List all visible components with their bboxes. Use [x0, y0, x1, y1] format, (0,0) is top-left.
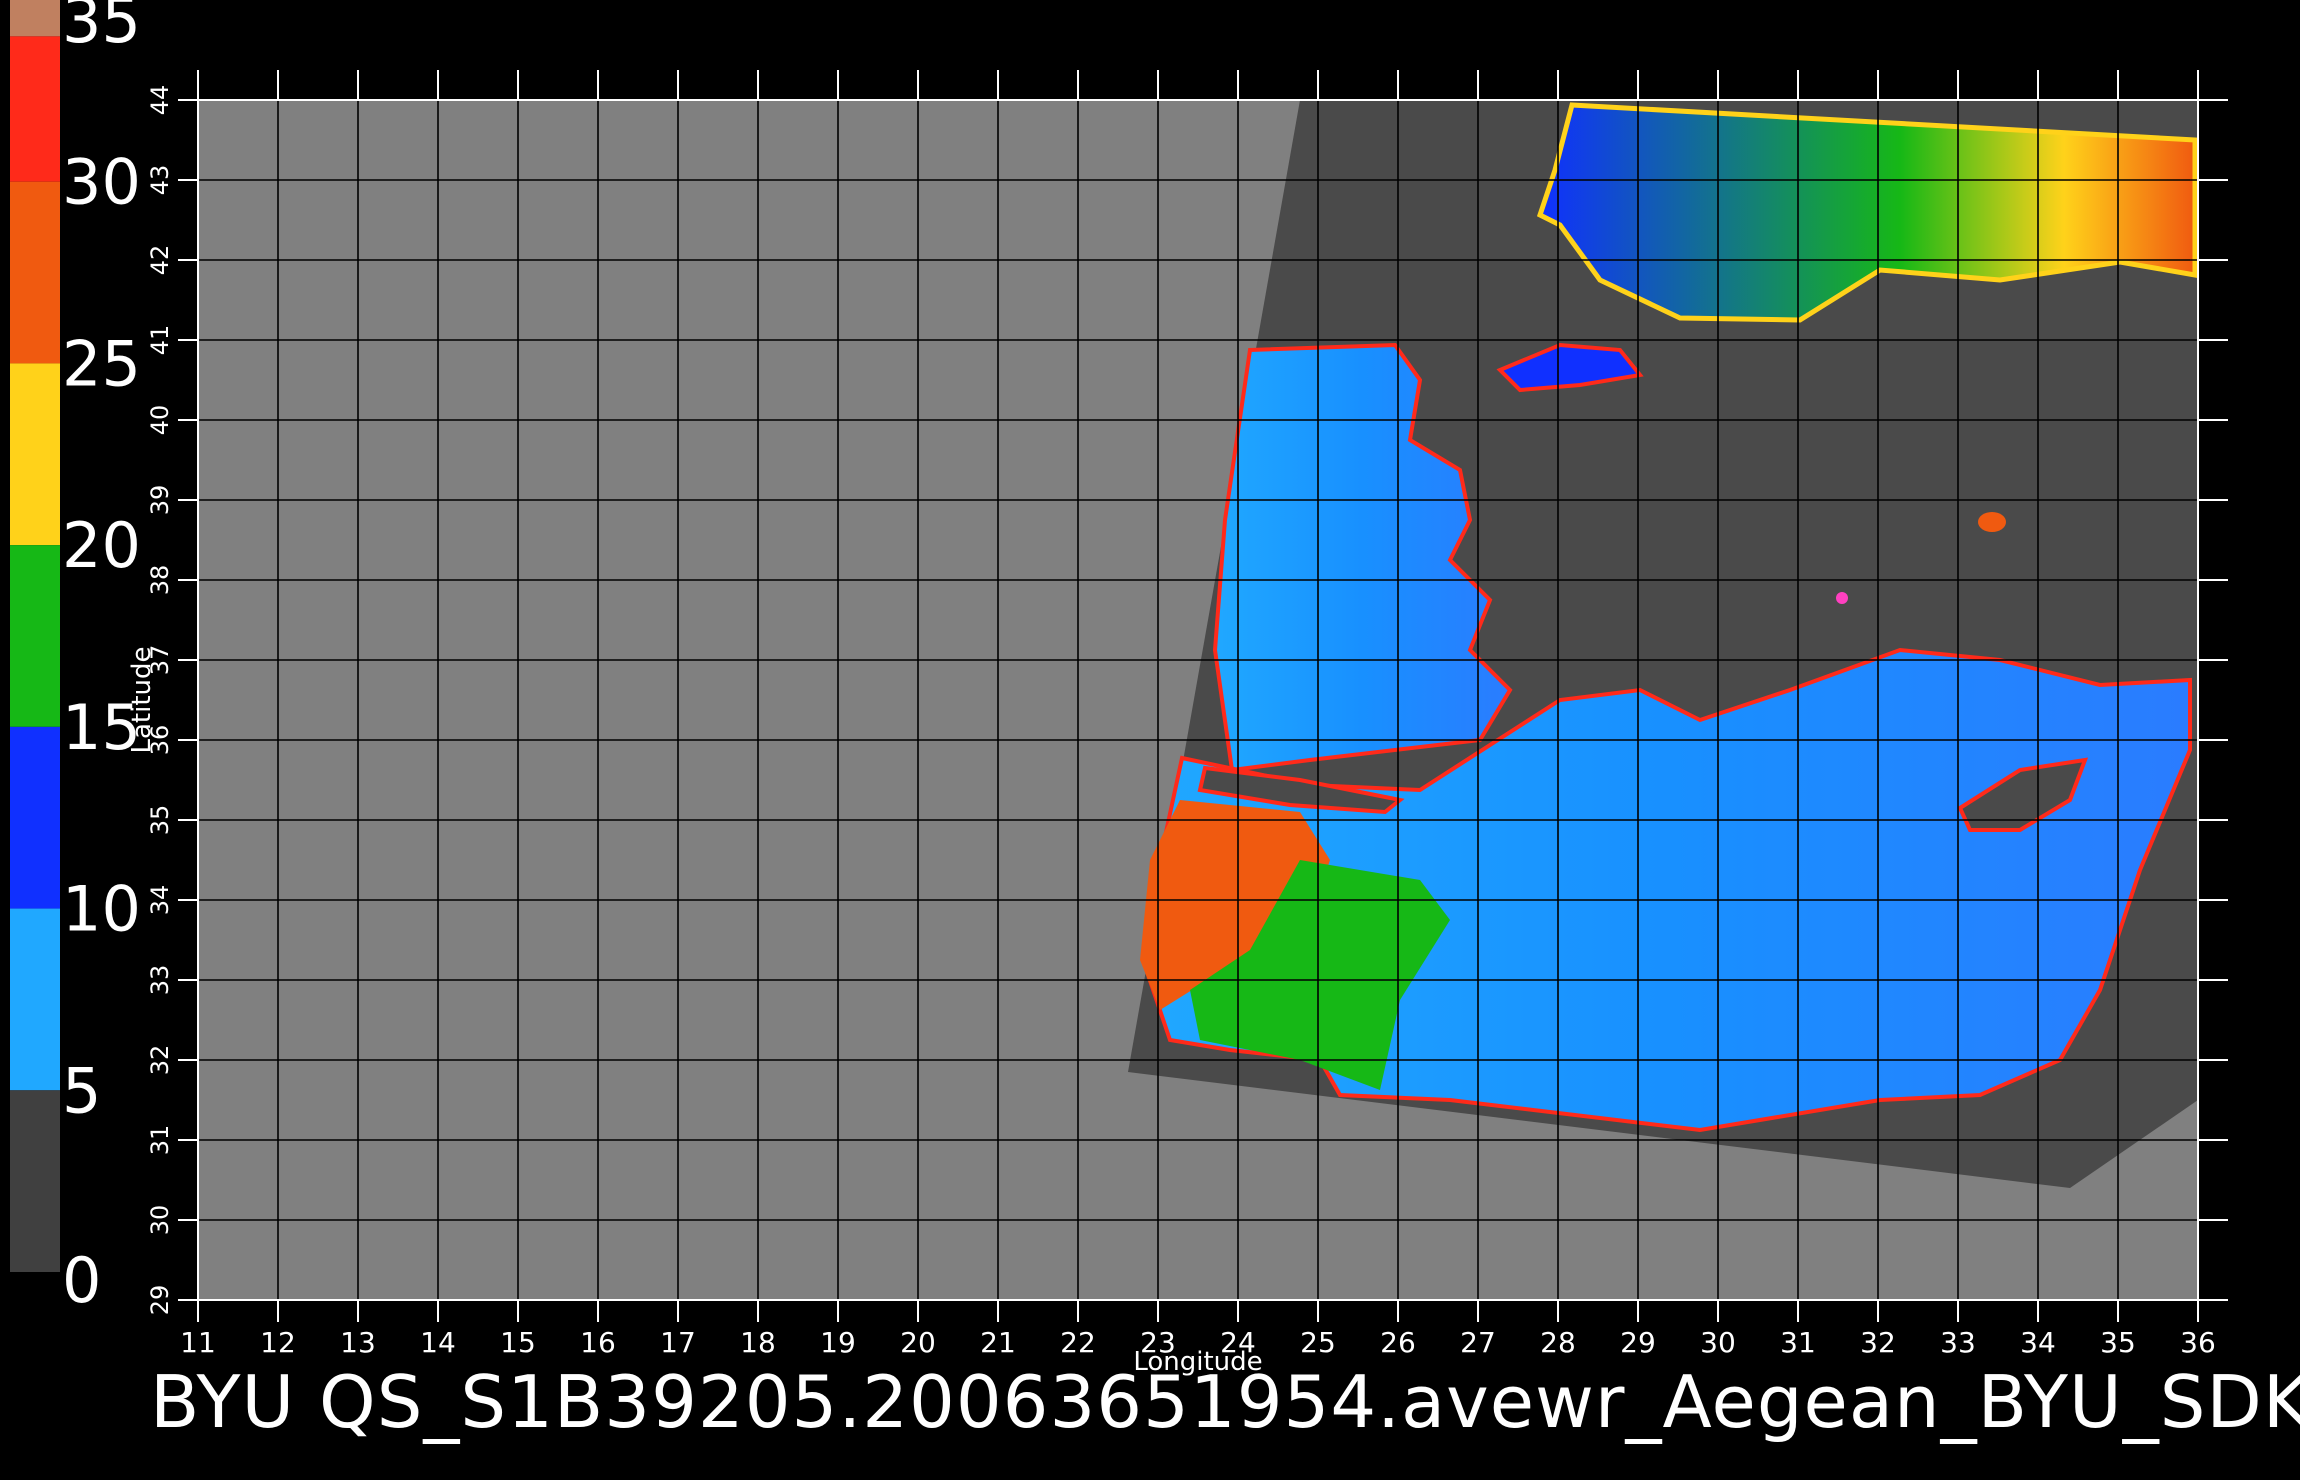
- latitude-tick-label: 43: [146, 165, 174, 196]
- colorbar-tick-label: 0: [62, 1244, 101, 1317]
- latitude-tick-label: 42: [146, 245, 174, 276]
- colorbar-tick-label: 30: [62, 146, 141, 219]
- latitude-tick-label: 39: [146, 485, 174, 516]
- longitude-tick-label: 16: [580, 1326, 616, 1359]
- latitude-tick-label: 29: [146, 1285, 174, 1316]
- longitude-tick-label: 14: [420, 1326, 456, 1359]
- longitude-tick-label: 13: [340, 1326, 376, 1359]
- colorbar-segment: [10, 0, 60, 37]
- longitude-tick-label: 22: [1060, 1326, 1096, 1359]
- longitude-tick-label: 35: [2100, 1326, 2136, 1359]
- colorbar-tick-label: 10: [62, 873, 141, 946]
- colorbar-tick-label: 25: [62, 327, 141, 400]
- colorbar-tick-label: 20: [62, 509, 141, 582]
- longitude-tick-label: 11: [180, 1326, 216, 1359]
- longitude-tick-label: 31: [1780, 1326, 1816, 1359]
- latitude-tick-label: 32: [146, 1045, 174, 1076]
- latitude-tick-label: 35: [146, 805, 174, 836]
- longitude-tick-label: 19: [820, 1326, 856, 1359]
- longitude-tick-label: 25: [1300, 1326, 1336, 1359]
- longitude-tick-label: 20: [900, 1326, 936, 1359]
- colorbar-segment: [10, 545, 60, 727]
- colorbar-segment: [10, 363, 60, 546]
- longitude-tick-label: 32: [1860, 1326, 1896, 1359]
- longitude-tick-label: 33: [1940, 1326, 1976, 1359]
- y-axis-label: Latitude: [127, 646, 157, 753]
- longitude-tick-label: 17: [660, 1326, 696, 1359]
- colorbar-segment: [10, 181, 60, 364]
- lake-patch: [1836, 592, 1848, 604]
- longitude-tick-label: 27: [1460, 1326, 1496, 1359]
- latitude-tick-label: 30: [146, 1205, 174, 1236]
- lake-patch: [1978, 512, 2006, 532]
- longitude-tick-label: 12: [260, 1326, 296, 1359]
- latitude-tick-label: 34: [146, 885, 174, 916]
- latitude-tick-label: 40: [146, 405, 174, 436]
- colorbar-segment: [10, 1090, 60, 1272]
- map-area: [198, 100, 2198, 1300]
- latitude-tick-label: 44: [146, 85, 174, 116]
- longitude-tick-label: 28: [1540, 1326, 1576, 1359]
- latitude-tick-label: 41: [146, 325, 174, 356]
- longitude-tick-label: 30: [1700, 1326, 1736, 1359]
- colorbar: [10, 0, 60, 1272]
- colorbar-segment: [10, 726, 60, 909]
- latitude-tick-label: 33: [146, 965, 174, 996]
- colorbar-tick-label: 5: [62, 1054, 101, 1127]
- colorbar-tick-label: 35: [62, 0, 141, 57]
- latitude-tick-label: 31: [146, 1125, 174, 1156]
- latitude-tick-label: 38: [146, 565, 174, 596]
- longitude-tick-label: 15: [500, 1326, 536, 1359]
- longitude-tick-label: 26: [1380, 1326, 1416, 1359]
- longitude-tick-label: 36: [2180, 1326, 2216, 1359]
- longitude-tick-label: 21: [980, 1326, 1016, 1359]
- longitude-tick-label: 34: [2020, 1326, 2056, 1359]
- colorbar-segment: [10, 36, 60, 182]
- figure-caption: BYU QS_S1B39205.20063651954.avewr_Aegean…: [150, 1360, 2300, 1444]
- longitude-tick-label: 18: [740, 1326, 776, 1359]
- colorbar-segment: [10, 908, 60, 1091]
- wind-map-figure: 35302520151050 11 12 13 14 15 16 17 18 19 20 21 22 2…: [10, 0, 2228, 1377]
- longitude-tick-label: 29: [1620, 1326, 1656, 1359]
